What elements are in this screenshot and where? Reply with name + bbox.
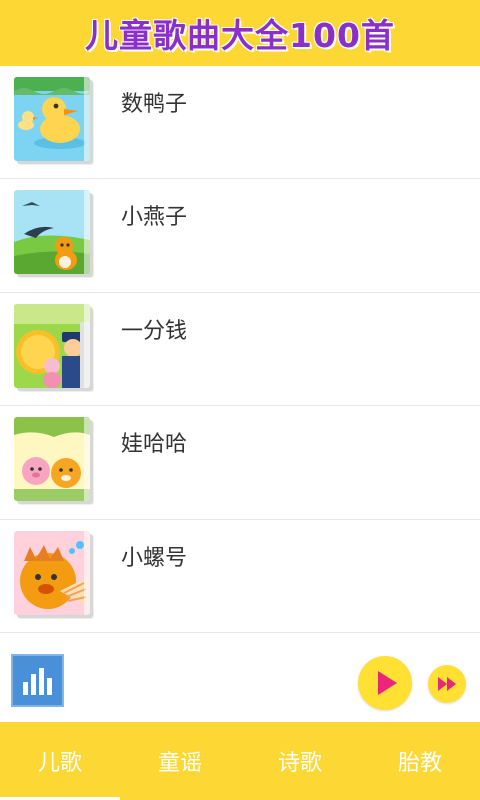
bottom-tab-bar: 儿歌 童谣 诗歌 胎教 <box>0 722 480 800</box>
conch-cover-icon <box>14 530 90 615</box>
app-title: 儿童歌曲大全100首 <box>85 16 395 55</box>
song-row[interactable]: 娃哈哈 <box>0 406 480 520</box>
equalizer-icon[interactable] <box>11 654 64 707</box>
fast-forward-icon <box>438 677 456 691</box>
song-title: 娃哈哈 <box>121 432 188 458</box>
fast-forward-button[interactable] <box>428 665 466 703</box>
song-title: 数鸭子 <box>121 92 188 117</box>
player-bar <box>0 633 480 722</box>
swallow-cover-icon <box>14 190 90 275</box>
song-row[interactable]: 一分钱 <box>0 293 480 407</box>
duck-cover-icon <box>14 77 90 161</box>
tab-shige[interactable]: 诗歌 <box>240 722 360 800</box>
tab-tongyao[interactable]: 童谣 <box>120 722 240 800</box>
coin-police-cover-icon <box>14 303 90 388</box>
song-title: 小螺号 <box>121 545 188 571</box>
tab-taijiao[interactable]: 胎教 <box>360 722 480 800</box>
kids-cover-icon <box>14 417 90 502</box>
song-title: 小燕子 <box>121 205 188 231</box>
song-title: 一分钱 <box>121 318 188 344</box>
song-list[interactable]: 数鸭子 小燕子 一分钱 娃哈哈 小螺号 <box>0 66 480 633</box>
app-header: 儿童歌曲大全100首 <box>0 0 480 66</box>
song-row[interactable]: 小螺号 <box>0 520 480 633</box>
tab-erge[interactable]: 儿歌 <box>0 722 120 800</box>
song-row[interactable]: 数鸭子 <box>0 66 480 180</box>
play-button[interactable] <box>358 656 412 710</box>
play-icon <box>378 671 397 695</box>
song-row[interactable]: 小燕子 <box>0 179 480 293</box>
